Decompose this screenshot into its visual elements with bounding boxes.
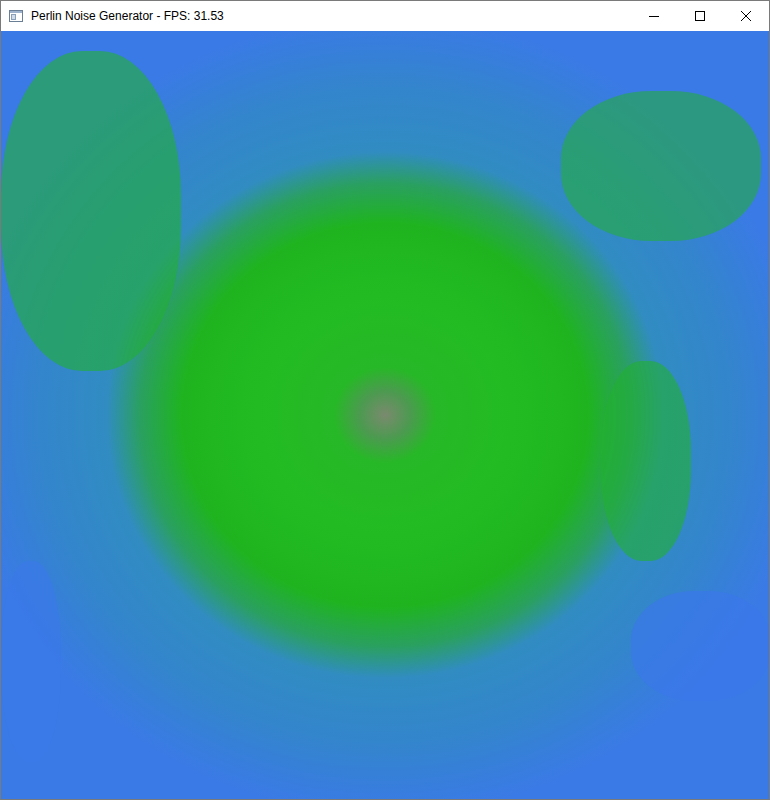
minimize-icon	[649, 11, 659, 21]
terrain-layer	[1, 51, 181, 371]
app-window: Perlin Noise Generator - FPS: 31.53	[0, 0, 770, 800]
title-bar[interactable]: Perlin Noise Generator - FPS: 31.53	[1, 1, 769, 31]
terrain-layer	[1, 561, 61, 761]
close-icon	[741, 11, 751, 21]
terrain-layer	[561, 91, 761, 241]
minimize-button[interactable]	[631, 1, 677, 31]
app-icon	[1, 1, 31, 31]
close-button[interactable]	[723, 1, 769, 31]
terrain-layer	[631, 591, 769, 701]
maximize-icon	[695, 11, 705, 21]
window-title: Perlin Noise Generator - FPS: 31.53	[31, 7, 631, 25]
maximize-button[interactable]	[677, 1, 723, 31]
noise-canvas	[1, 31, 769, 799]
window-controls	[631, 1, 769, 31]
terrain-layer	[601, 361, 691, 561]
